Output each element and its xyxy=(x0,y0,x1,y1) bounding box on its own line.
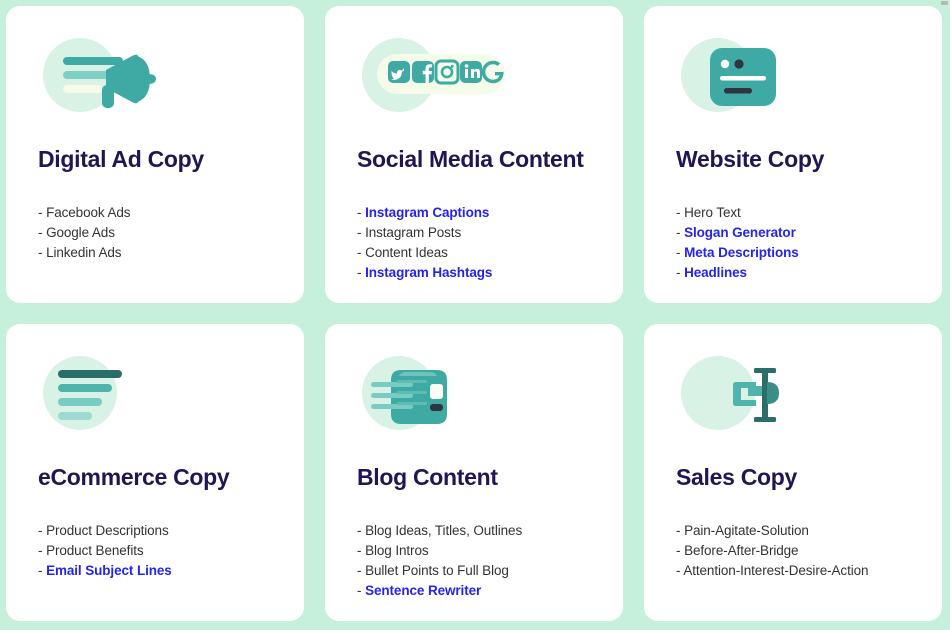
list-item-label: Pain-Agitate-Solution xyxy=(684,523,809,538)
social-networks-icon xyxy=(377,54,505,94)
list-item-label: Instagram Posts xyxy=(365,225,462,240)
card-title: eCommerce Copy xyxy=(38,464,230,490)
card-title: Blog Content xyxy=(357,464,498,490)
card-title: Digital Ad Copy xyxy=(38,146,204,172)
list-item: - Pain-Agitate-Solution xyxy=(676,521,868,541)
list-item-label[interactable]: Instagram Captions xyxy=(365,205,489,220)
card-grid: Digital Ad Copy - Facebook Ads - Google Ad… xyxy=(0,0,950,630)
list-item-label[interactable]: Instagram Hashtags xyxy=(365,265,492,280)
list-item-link[interactable]: - Instagram Hashtags xyxy=(357,263,492,283)
list-item: - Blog Intros xyxy=(357,541,522,561)
browser-window-icon xyxy=(710,48,776,106)
card-item-list: - Product Descriptions - Product Benefits… xyxy=(38,521,172,581)
card-item-list: - Hero Text - Slogan Generator - Meta Desc… xyxy=(676,203,799,283)
list-item-dash: - xyxy=(38,543,43,558)
list-item-link[interactable]: - Sentence Rewriter xyxy=(357,581,522,601)
list-item: - Attention-Interest-Desire-Action xyxy=(676,561,869,581)
sales-funnel-icon xyxy=(733,368,779,422)
card-social-media-content[interactable]: Social Media Content - Instagram Captions… xyxy=(325,6,623,303)
list-item-dash: - xyxy=(357,205,362,220)
list-item-dash: - xyxy=(357,523,362,538)
sales-funnel-icon-wrap xyxy=(674,354,854,436)
list-item-label[interactable]: Sentence Rewriter xyxy=(365,583,481,598)
list-item-label: Linkedin Ads xyxy=(46,245,122,260)
list-item-dash: - xyxy=(676,563,681,578)
list-item-link[interactable]: - Headlines xyxy=(676,263,799,283)
list-item-label[interactable]: Headlines xyxy=(684,265,747,280)
list-item-dash: - xyxy=(676,543,681,558)
list-item: - Blog Ideas, Titles, Outlines xyxy=(357,521,522,541)
card-item-list: - Pain-Agitate-Solution - Before-After-Br… xyxy=(676,521,869,581)
list-item-label[interactable]: Slogan Generator xyxy=(684,225,796,240)
list-item-label: Bullet Points to Full Blog xyxy=(365,563,509,578)
card-item-list: - Instagram Captions - Instagram Posts - C… xyxy=(357,203,492,283)
list-item-link[interactable]: - Meta Descriptions xyxy=(676,243,799,263)
list-item: - Google Ads xyxy=(38,223,130,243)
card-item-list: - Blog Ideas, Titles, Outlines - Blog Int… xyxy=(357,521,522,601)
list-item-label[interactable]: Email Subject Lines xyxy=(46,563,172,578)
card-ecommerce-copy[interactable]: eCommerce Copy - Product Descriptions - Pr… xyxy=(6,324,304,621)
list-item: - Linkedin Ads xyxy=(38,243,130,263)
list-item-label: Product Benefits xyxy=(46,543,144,558)
list-item-dash: - xyxy=(676,245,681,260)
list-item: - Product Benefits xyxy=(38,541,172,561)
list-item-label: Blog Ideas, Titles, Outlines xyxy=(365,523,523,538)
list-item-dash: - xyxy=(676,265,681,280)
list-item: - Product Descriptions xyxy=(38,521,172,541)
list-item-dash: - xyxy=(38,523,43,538)
list-item-dash: - xyxy=(676,523,681,538)
browser-window-icon-wrap xyxy=(674,36,854,118)
list-item: - Instagram Posts xyxy=(357,223,492,243)
megaphone-icon-wrap xyxy=(36,36,216,118)
list-item-link[interactable]: - Instagram Captions xyxy=(357,203,492,223)
social-networks-icon-wrap xyxy=(355,36,535,118)
scrollbar-nub[interactable] xyxy=(941,1,948,5)
list-item: - Hero Text xyxy=(676,203,799,223)
list-item-label: Attention-Interest-Desire-Action xyxy=(683,563,869,578)
list-item-dash: - xyxy=(676,205,681,220)
article-card-icon-wrap xyxy=(355,354,535,436)
list-item: - Before-After-Bridge xyxy=(676,541,868,561)
list-item: - Content Ideas xyxy=(357,243,492,263)
list-item-dash: - xyxy=(38,205,43,220)
list-item-label: Google Ads xyxy=(46,225,115,240)
text-lines-icon-wrap xyxy=(36,354,216,436)
list-item-label: Before-After-Bridge xyxy=(684,543,799,558)
list-item-dash: - xyxy=(38,563,43,578)
card-digital-ad-copy[interactable]: Digital Ad Copy - Facebook Ads - Google Ad… xyxy=(6,6,304,303)
megaphone-icon xyxy=(63,54,156,108)
list-item: - Facebook Ads xyxy=(38,203,131,223)
list-item-dash: - xyxy=(676,225,681,240)
list-item-label: Hero Text xyxy=(684,205,741,220)
list-item-link[interactable]: - Email Subject Lines xyxy=(38,561,172,581)
card-website-copy[interactable]: Website Copy - Hero Text - Slogan Generato… xyxy=(644,6,942,303)
card-sales-copy[interactable]: Sales Copy - Pain-Agitate-Solution - Befor… xyxy=(644,324,942,621)
text-lines-icon xyxy=(58,370,122,420)
card-blog-content[interactable]: Blog Content - Blog Ideas, Titles, Outlin… xyxy=(325,324,623,621)
list-item-label: Content Ideas xyxy=(365,245,448,260)
list-item-dash: - xyxy=(357,583,362,598)
list-item-dash: - xyxy=(38,225,43,240)
article-card-icon xyxy=(371,370,447,424)
list-item-label: Product Descriptions xyxy=(46,523,169,538)
list-item-dash: - xyxy=(357,563,362,578)
list-item-dash: - xyxy=(357,265,362,280)
list-item-dash: - xyxy=(357,245,362,260)
list-item: - Bullet Points to Full Blog xyxy=(357,561,522,581)
card-title: Sales Copy xyxy=(676,464,797,490)
card-title: Website Copy xyxy=(676,146,825,172)
card-item-list: - Facebook Ads - Google Ads - Linkedin Ads xyxy=(38,203,131,263)
list-item-dash: - xyxy=(357,225,362,240)
list-item-dash: - xyxy=(38,245,43,260)
list-item-label: Facebook Ads xyxy=(46,205,131,220)
list-item-label[interactable]: Meta Descriptions xyxy=(684,245,799,260)
list-item-link[interactable]: - Slogan Generator xyxy=(676,223,799,243)
list-item-label: Blog Intros xyxy=(365,543,429,558)
list-item-dash: - xyxy=(357,543,362,558)
card-title: Social Media Content xyxy=(357,146,584,172)
